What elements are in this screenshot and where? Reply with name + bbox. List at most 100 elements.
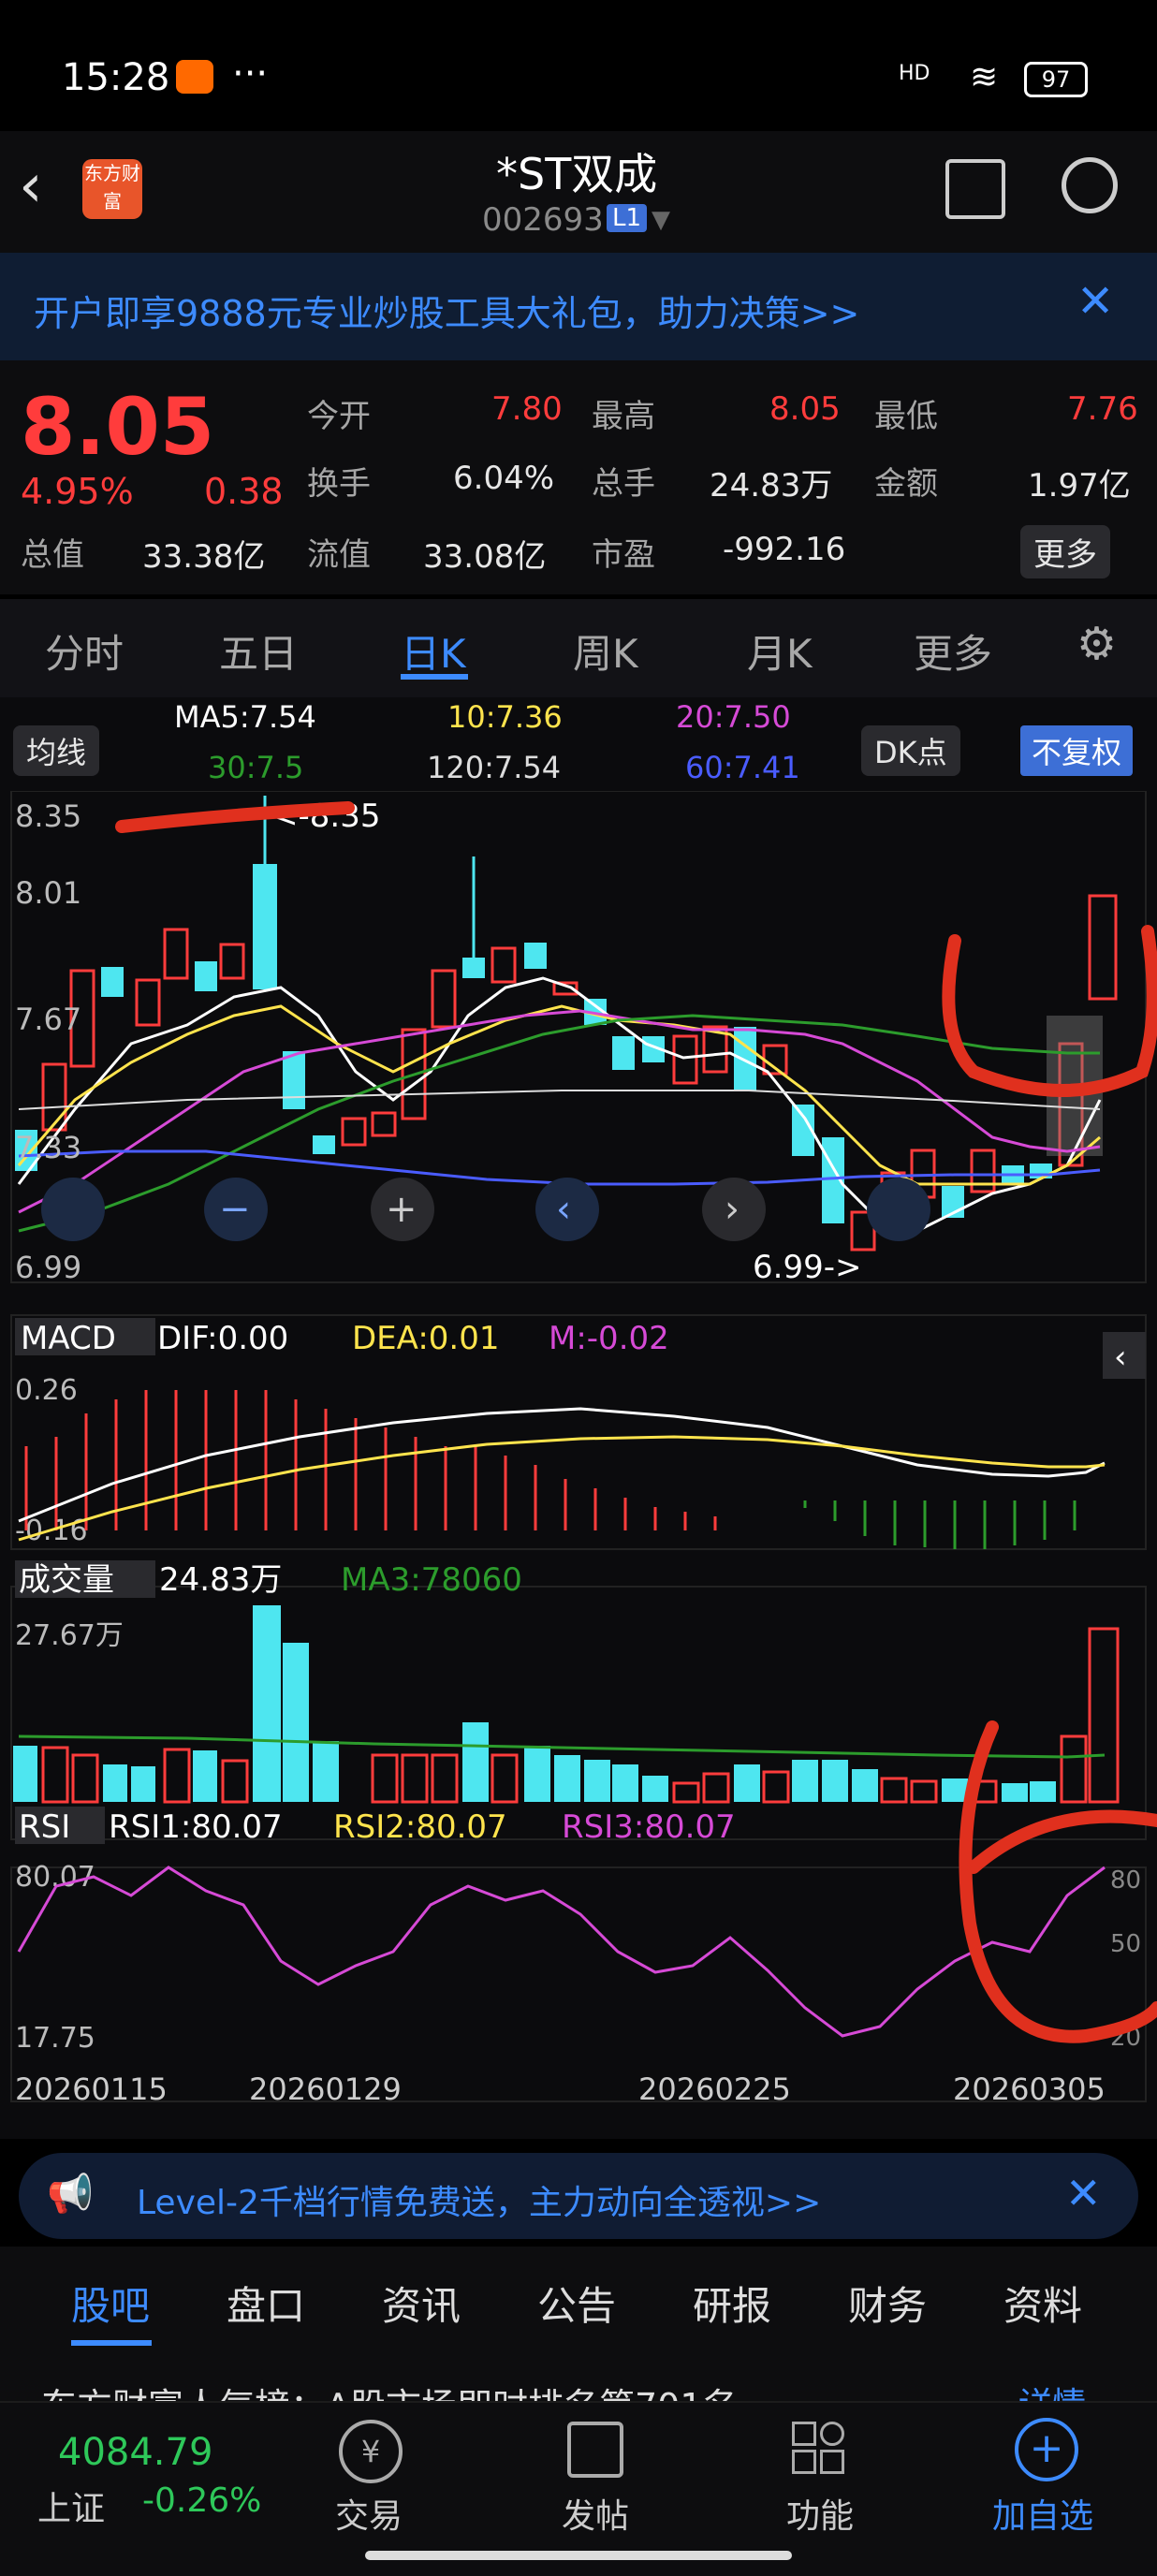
tab-more[interactable]: 更多 [914,622,992,680]
zoom-in-icon: + [386,1188,417,1231]
wifi-icon: ≋ [970,58,999,96]
rank-text: 东方财富人气榜：A股市场即时排名第701名 [41,2378,739,2401]
add-watchlist-icon[interactable]: + [1015,2418,1078,2481]
adjust-button[interactable]: 不复权 [1020,725,1134,776]
index-change[interactable]: -0.26% [142,2481,261,2520]
status-time: 15:28 [62,56,170,99]
trade-label[interactable]: 交易 [335,2489,403,2538]
zoom-out-icon: − [219,1188,251,1231]
amount-label: 金额 [874,465,938,503]
low-label: 最低 [874,398,938,435]
volume-value: 24.83万 [710,467,833,505]
chevron-down-icon[interactable]: ▼ [652,206,670,234]
megaphone-icon: 📢 [47,2173,94,2216]
tab-guba[interactable]: 股吧 [71,2275,150,2332]
tab-research[interactable]: 研报 [693,2275,771,2332]
home-indicator [365,2551,792,2560]
rsi-2: RSI2:80.07 [333,1808,507,1846]
tab-daily-k[interactable]: 日K [401,622,466,680]
date-1: 20260115 [15,2071,168,2107]
pe-value: -992.16 [723,531,846,568]
k-y-3: 7.67 [15,1002,81,1037]
function-grid-icon[interactable] [792,2422,844,2474]
volume-panel: 成交量 24.83万 MA3:78060 27.67万 [13,1560,1120,1804]
open-label: 今开 [307,398,371,435]
ma5-label: MA5:7.54 [174,699,316,735]
current-price: 8.05 [21,381,215,473]
index-value[interactable]: 4084.79 [58,2431,212,2474]
more-dots-icon: ··· [232,52,269,95]
scroll-left-icon: ‹ [556,1188,571,1231]
scroll-right-icon: › [725,1188,740,1231]
tab-notice[interactable]: 公告 [537,2275,616,2332]
search-icon[interactable] [1062,157,1118,213]
back-icon[interactable]: ‹ [19,152,43,221]
stock-code: 002693 [482,201,604,239]
low-value: 7.76 [1067,390,1138,428]
tab-weekly-k[interactable]: 周K [573,622,638,680]
change-pct: 4.95% [21,471,134,512]
content-tabs: 股吧 盘口 资讯 公告 研报 财务 资料 [0,2247,1157,2359]
vol-y-top: 27.67万 [15,1619,124,1652]
function-label[interactable]: 功能 [786,2489,854,2538]
level2-banner[interactable]: 📢 Level-2千档行情免费送，主力动向全透视>> ✕ [19,2153,1138,2239]
date-3: 20260225 [638,2071,791,2107]
more-button[interactable]: 更多 [1020,525,1110,578]
rank-detail-link[interactable]: 详情 [1018,2378,1086,2401]
tab-news[interactable]: 资讯 [382,2275,461,2332]
vol-value: 24.83万 [159,1561,282,1599]
battery-icon: 97 [1024,62,1088,97]
hand-annotations [115,801,1157,2043]
macd-panel: MACD DIF:0.00 DEA:0.01 M:-0.02 0.26 -0.1… [15,1318,1146,1549]
ma10-label: 10:7.36 [447,699,563,735]
rsi-1: RSI1:80.07 [109,1808,283,1846]
open-value: 7.80 [491,390,563,428]
dk-point-button[interactable]: DK点 [861,725,960,776]
chart-area: 均线 MA5:7.54 10:7.36 20:7.50 30:7.5 120:7… [0,697,1157,2139]
macd-m: M:-0.02 [549,1320,669,1357]
date-2: 20260129 [249,2071,402,2107]
pe-label: 市盈 [592,536,655,574]
high-value: 8.05 [769,390,841,428]
k-y-bottom: 6.99 [15,1250,81,1285]
add-watchlist-label[interactable]: 加自选 [992,2489,1093,2538]
tab-profile[interactable]: 资料 [1003,2275,1082,2332]
rank-ticker[interactable]: 东方财富人气榜：A股市场即时排名第701名 详情 [0,2359,1157,2401]
mktcap-label: 总值 [21,536,84,574]
trade-icon[interactable]: ¥ [339,2420,403,2483]
post-icon[interactable] [567,2422,623,2478]
tab-intraday[interactable]: 分时 [45,622,124,680]
collapse-icon: ‹ [1114,1339,1127,1376]
share-icon[interactable] [945,159,1005,219]
level2-close-icon[interactable]: ✕ [1065,2168,1102,2218]
rsi-r50: 50 [1110,1930,1141,1958]
rsi-3: RSI3:80.07 [562,1808,736,1846]
chart-controls[interactable]: − + ‹ › [41,1178,930,1241]
stock-title: *ST双成 [496,149,658,199]
float-label: 流值 [307,536,371,574]
k-min-label: 6.99-> [753,1249,861,1286]
ma30-label: 30:7.5 [208,750,304,785]
level2-text: Level-2千档行情免费送，主力动向全透视>> [137,2184,822,2222]
macd-selector: MACD [21,1320,116,1357]
post-label[interactable]: 发帖 [562,2489,629,2538]
macd-y-top: 0.26 [15,1374,78,1407]
promo-banner[interactable]: 开户即享9888元专业炒股工具大礼包，助力决策>> ✕ [0,253,1157,360]
change-value: 0.38 [204,471,284,512]
ma-selector[interactable]: 均线 [13,725,100,776]
level-badge: L1 [607,204,648,232]
chart-svg: 8.35 8.01 7.67 7.33 6.99 <-8.35 6.99-> −… [10,791,1157,2107]
network-badge: HD [899,62,930,85]
settings-gear-icon[interactable]: ⚙ [1076,618,1117,670]
ma120-line [18,1090,1101,1110]
rsi-y-bottom: 17.75 [15,2022,95,2055]
k-y-2: 8.01 [15,875,81,911]
tab-pankou[interactable]: 盘口 [227,2275,305,2332]
turnover-label: 换手 [307,465,371,503]
tab-finance[interactable]: 财务 [848,2275,927,2332]
close-icon[interactable]: ✕ [1076,275,1114,328]
tab-5day[interactable]: 五日 [219,622,298,680]
index-name[interactable]: 上证 [37,2481,105,2530]
content-tab-indicator [71,2340,152,2346]
tab-monthly-k[interactable]: 月K [747,622,813,680]
